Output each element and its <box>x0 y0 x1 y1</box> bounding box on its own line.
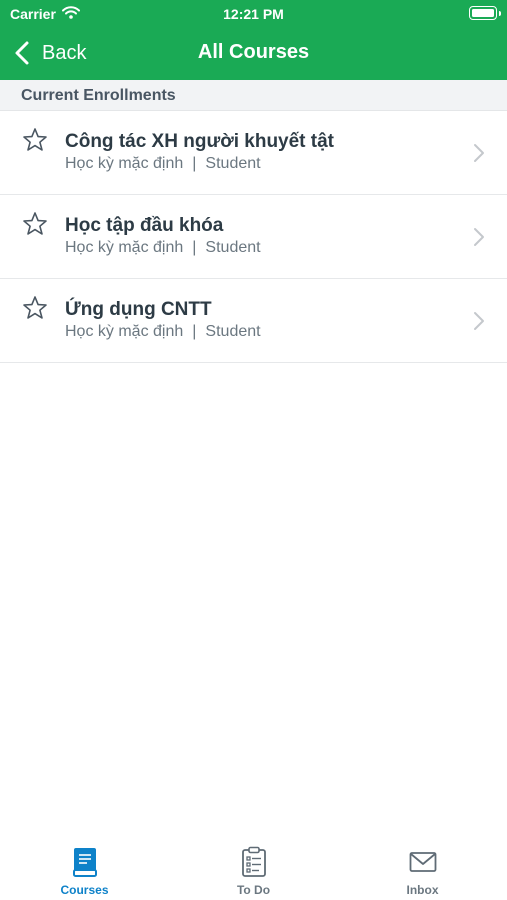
tab-label: Inbox <box>406 883 439 897</box>
course-name: Công tác XH người khuyết tật <box>65 131 335 152</box>
course-term: Học kỳ mặc định <box>65 239 184 256</box>
course-role: Student <box>205 239 261 256</box>
star-icon[interactable] <box>22 295 48 321</box>
course-role: Student <box>205 323 261 340</box>
course-meta: Học kỳ mặc định | Student <box>65 155 261 173</box>
star-icon[interactable] <box>22 211 48 237</box>
meta-separator: | <box>192 155 197 172</box>
course-name: Học tập đầu khóa <box>65 215 224 236</box>
course-row[interactable]: Công tác XH người khuyết tật Học kỳ mặc … <box>0 111 507 195</box>
envelope-icon <box>409 846 437 878</box>
header: Carrier 12:21 PM Back All Courses <box>0 0 507 80</box>
chevron-right-icon <box>473 143 485 163</box>
tab-courses[interactable]: Courses <box>0 846 169 900</box>
nav-bar: Back All Courses <box>0 30 507 76</box>
section-title: Current Enrollments <box>21 87 176 104</box>
tab-inbox[interactable]: Inbox <box>338 846 507 900</box>
meta-separator: | <box>192 239 197 256</box>
tab-bar: Courses To Do Inbox <box>0 836 507 900</box>
course-meta: Học kỳ mặc định | Student <box>65 239 261 257</box>
tab-label: To Do <box>236 883 271 897</box>
book-icon <box>71 846 99 878</box>
battery-icon <box>469 6 501 20</box>
star-icon[interactable] <box>22 127 48 153</box>
page-title: All Courses <box>197 41 310 63</box>
course-term: Học kỳ mặc định <box>65 155 184 172</box>
clipboard-icon <box>240 846 268 878</box>
chevron-right-icon <box>473 311 485 331</box>
course-role: Student <box>205 155 261 172</box>
chevron-right-icon <box>473 227 485 247</box>
course-meta: Học kỳ mặc định | Student <box>65 323 261 341</box>
course-row[interactable]: Học tập đầu khóa Học kỳ mặc định | Student <box>0 195 507 279</box>
tab-label: Courses <box>60 883 109 897</box>
course-term: Học kỳ mặc định <box>65 323 184 340</box>
app-screen: Carrier 12:21 PM Back All Courses Curren… <box>0 0 507 900</box>
status-bar: Carrier 12:21 PM <box>0 0 507 28</box>
meta-separator: | <box>192 323 197 340</box>
tab-todo[interactable]: To Do <box>169 846 338 900</box>
status-time: 12:21 PM <box>223 6 284 22</box>
course-name: Ứng dụng CNTT <box>65 299 212 320</box>
section-header: Current Enrollments <box>0 80 507 111</box>
course-row[interactable]: Ứng dụng CNTT Học kỳ mặc định | Student <box>0 279 507 363</box>
course-list: Công tác XH người khuyết tật Học kỳ mặc … <box>0 111 507 363</box>
